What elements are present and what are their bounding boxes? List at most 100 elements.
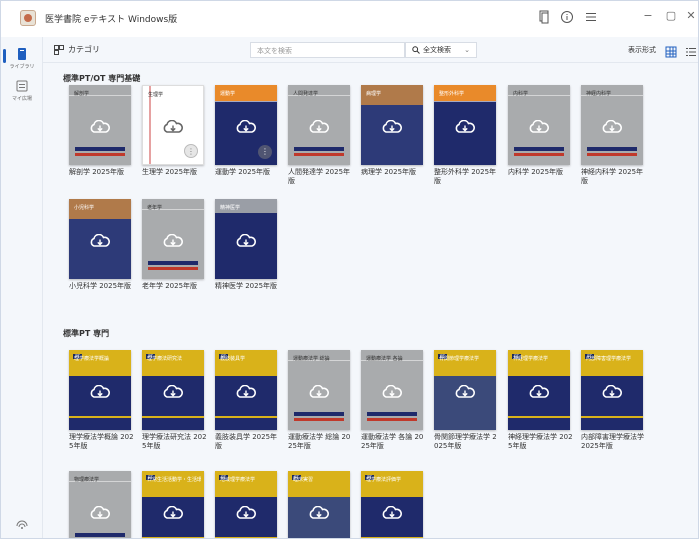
chevron-down-icon: ⌄ — [464, 46, 470, 54]
book-cover[interactable]: 物理療法学 — [69, 471, 131, 538]
book-cover-title: 解剖学 — [74, 91, 90, 97]
book-cover[interactable]: 運動療法学 各論 — [361, 350, 423, 430]
book-item[interactable]: PT 骨関節理学療法学 骨関節理学療法学 2025年版 — [434, 350, 497, 451]
book-cover[interactable]: 運動療法学 総論 — [288, 350, 350, 430]
rail-item-signal[interactable] — [3, 517, 41, 531]
book-cover-title: 内科学 — [513, 91, 529, 97]
category-icon — [54, 44, 64, 55]
book-cover-title: 運動療法学 各論 — [366, 356, 403, 362]
book-item[interactable]: 病理学 病理学 2025年版 — [361, 85, 423, 177]
book-cover[interactable]: ⋮ 生理学 — [142, 85, 204, 165]
book-title: 解剖学 2025年版 — [69, 168, 125, 176]
book-item[interactable]: 精神医学 精神医学 2025年版 — [215, 199, 277, 291]
book-cover[interactable]: 小児科学 — [69, 199, 131, 279]
book-cover[interactable]: 老年学 — [142, 199, 204, 279]
menu-icon[interactable] — [583, 10, 599, 26]
category-button[interactable]: カテゴリ — [54, 44, 100, 55]
book-item[interactable]: PT 義肢装具学義肢装具学 2025年版 — [215, 350, 277, 451]
book-item[interactable]: 運動療法学 総論 運動療法学 総論 2025年版 — [288, 350, 350, 451]
book-cover-title: 精神医学 — [220, 205, 241, 211]
more-options-icon[interactable]: ⋮ — [184, 144, 198, 158]
book-item[interactable]: PT 地域理学療法学 — [215, 471, 277, 538]
book-item[interactable]: ⋮ 運動学運動学 2025年版 — [215, 85, 277, 177]
book-item[interactable]: PT 内部障害理学療法学内部障害理学療法学 2025年版 — [581, 350, 644, 451]
search-mode-select[interactable]: 全文検索 ⌄ — [405, 42, 477, 58]
book-cover[interactable]: 病理学 — [361, 85, 423, 165]
rail-label-mypage: マイ広場 — [11, 96, 32, 102]
book-cover[interactable]: ⋮ 運動学 — [215, 85, 277, 165]
minimize-button[interactable]: − — [638, 7, 658, 25]
book-cover[interactable]: PT 神経理学療法学 — [508, 350, 570, 430]
book-title: 理学療法研究法 2025年版 — [142, 433, 207, 450]
grid-view-button[interactable] — [665, 43, 679, 58]
rail-item-library[interactable]: ライブラリ — [3, 47, 41, 70]
cloud-download-icon — [309, 506, 329, 519]
book-cover[interactable]: PT 理学療法研究法 — [142, 350, 204, 430]
book-cover[interactable]: 神経内科学 — [581, 85, 643, 165]
book-cover[interactable]: PT 理学療法学概論 — [69, 350, 131, 430]
book-cover-title: 生理学 — [148, 92, 164, 98]
app-title: 医学書院 eテキスト Windows版 — [45, 15, 178, 25]
book-cover[interactable]: 解剖学 — [69, 85, 131, 165]
book-item[interactable]: PT 理学療法評価学 — [361, 471, 423, 538]
book-title: 神経内科学 2025年版 — [581, 168, 644, 185]
library-icon — [18, 48, 26, 60]
book-item[interactable]: 解剖学解剖学 2025年版 — [69, 85, 131, 177]
book-item[interactable]: PT 理学療法学概論 理学療法学概論 2025年版 — [69, 350, 134, 451]
book-cover-title: 臨床実習 — [293, 477, 314, 483]
view-mode-label: 表示形式 — [628, 46, 656, 54]
book-cover-title: 理学療法評価学 — [366, 477, 402, 483]
book-cover-title: 地域理学療法学 — [220, 477, 256, 483]
cloud-download-icon — [163, 234, 183, 247]
book-cover[interactable]: 精神医学 — [215, 199, 277, 279]
section-title: 標準PT 専門 — [63, 329, 110, 338]
book-item[interactable]: 人間発達学 人間発達学 2025年版 — [288, 85, 350, 186]
maximize-button[interactable]: ▢ — [661, 7, 681, 25]
book-item[interactable]: 内科学内科学 2025年版 — [508, 85, 570, 177]
book-title: 義肢装具学 2025年版 — [215, 433, 278, 450]
category-label: カテゴリ — [68, 45, 100, 54]
book-item[interactable]: 神経内科学神経内科学 2025年版 — [581, 85, 643, 186]
cloud-download-icon — [382, 385, 402, 398]
book-cover[interactable]: PT 理学療法評価学 — [361, 471, 423, 538]
toolbar: カテゴリ 本文を検索 全文検索 ⌄ 表示形式 — [43, 37, 698, 63]
book-title: 内科学 2025年版 — [508, 168, 564, 176]
book-item[interactable]: 整形外科学 整形外科学 2025年版 — [434, 85, 496, 186]
book-cover[interactable]: 内科学 — [508, 85, 570, 165]
list-view-button[interactable] — [685, 43, 698, 57]
book-cover[interactable]: PT 義肢装具学 — [215, 350, 277, 430]
book-cover[interactable]: PT日常生活活動学・生活環境学 — [142, 471, 204, 538]
book-item[interactable]: 小児科学 小児科学 2025年版 — [69, 199, 131, 291]
book-cover-title: 人間発達学 — [293, 91, 319, 97]
cloud-download-icon — [455, 385, 475, 398]
search-input[interactable]: 本文を検索 — [250, 42, 405, 58]
book-item[interactable]: PT日常生活活動学・生活環境学 — [142, 471, 204, 538]
info-icon[interactable] — [559, 10, 575, 26]
rail-item-mypage[interactable]: マイ広場 — [3, 79, 41, 102]
search-icon — [412, 46, 420, 54]
book-cover[interactable]: 人間発達学 — [288, 85, 350, 165]
book-cover-title: 老年学 — [147, 205, 163, 211]
book-item[interactable]: 老年学 老年学 2025年版 — [142, 199, 204, 291]
book-title: 運動学 2025年版 — [215, 168, 271, 176]
rail-label-library: ライブラリ — [9, 64, 35, 70]
book-title: 内部障害理学療法学 2025年版 — [581, 433, 644, 450]
book-item[interactable]: PT 臨床実習 — [288, 471, 350, 538]
cloud-download-icon — [382, 506, 402, 519]
book-item[interactable]: ⋮ 生理学 生理学 2025年版 — [142, 85, 204, 177]
book-item[interactable]: 物理療法学 — [69, 471, 131, 538]
more-options-icon[interactable]: ⋮ — [258, 145, 272, 159]
cloud-download-icon — [163, 506, 183, 519]
book-cover[interactable]: 整形外科学 — [434, 85, 496, 165]
book-item[interactable]: PT 理学療法研究法理学療法研究法 2025年版 — [142, 350, 207, 451]
grid-icon — [665, 46, 677, 58]
book-cover[interactable]: PT 骨関節理学療法学 — [434, 350, 496, 430]
book-cover[interactable]: PT 臨床実習 — [288, 471, 350, 538]
book-cover[interactable]: PT 内部障害理学療法学 — [581, 350, 643, 430]
book-item[interactable]: PT 神経理学療法学 神経理学療法学 2025年版 — [508, 350, 573, 451]
book-item[interactable]: 運動療法学 各論 運動療法学 各論 2025年版 — [361, 350, 423, 451]
copy-icon[interactable] — [536, 10, 552, 26]
book-cover[interactable]: PT 地域理学療法学 — [215, 471, 277, 538]
book-cover-title: 日常生活活動学・生活環境学 — [147, 477, 201, 483]
close-button[interactable]: ✕ — [681, 7, 698, 25]
